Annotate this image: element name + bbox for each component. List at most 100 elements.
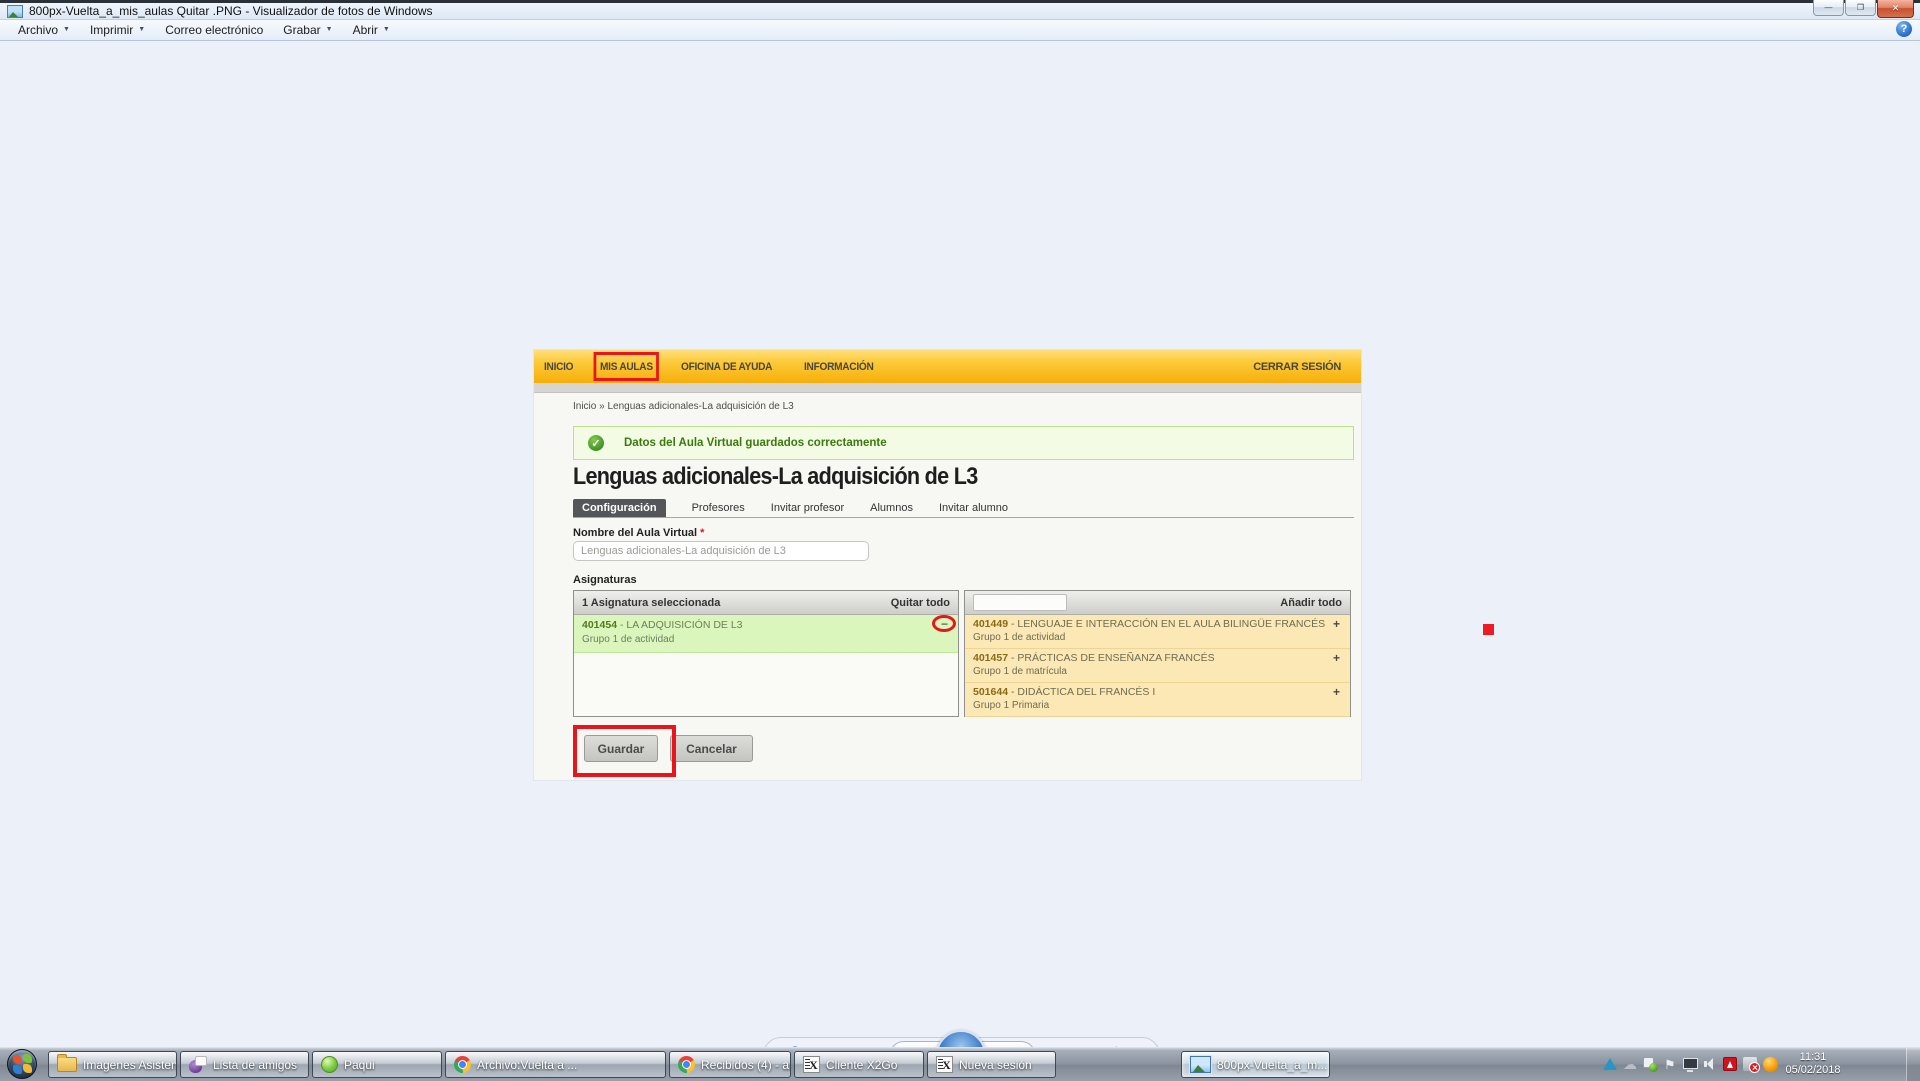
tab-invitar-alumno[interactable]: Invitar alumno <box>939 502 1008 517</box>
tab-invitar-profesor[interactable]: Invitar profesor <box>771 502 844 517</box>
breadcrumb-current: Lenguas adicionales-La adquisición de L3 <box>607 401 793 412</box>
menu-correo[interactable]: Correo electrónico <box>155 20 273 40</box>
viewer-canvas: INICIO MIS AULAS OFICINA DE AYUDA INFORM… <box>0 41 1920 1047</box>
volume-tray-icon[interactable] <box>1702 1056 1718 1072</box>
red-annotation-circle-remove <box>932 615 956 632</box>
taskbar-spacer <box>1059 1051 1178 1078</box>
available-subject-row[interactable]: 501644 - DIDÁCTICA DEL FRANCÉS I Grupo 1… <box>965 683 1350 717</box>
window-title: 800px-Vuelta_a_mis_aulas Quitar .PNG - V… <box>29 4 433 18</box>
start-button[interactable] <box>7 1049 37 1079</box>
help-icon[interactable]: ? <box>1896 21 1912 37</box>
check-circle-icon: ✓ <box>588 435 604 451</box>
show-desktop-button[interactable] <box>1906 1048 1920 1081</box>
add-subject-button[interactable]: + <box>1333 653 1340 663</box>
window-border <box>0 0 1920 3</box>
available-subject-row[interactable]: 401449 - LENGUAJE E INTERACCIÓN EN EL AU… <box>965 615 1350 649</box>
chrome-icon <box>454 1056 471 1073</box>
breadcrumb: Inicio » Lenguas adicionales-La adquisic… <box>573 401 794 412</box>
chevron-down-icon: ▼ <box>326 26 333 33</box>
title-bar: 800px-Vuelta_a_mis_aulas Quitar .PNG - V… <box>0 3 1920 20</box>
subject-title: DIDÁCTICA DEL FRANCÉS I <box>1017 686 1155 698</box>
minimize-button[interactable]: — <box>1813 0 1844 16</box>
displayed-photo: INICIO MIS AULAS OFICINA DE AYUDA INFORM… <box>533 349 1362 781</box>
anadir-todo-link[interactable]: Añadir todo <box>1280 597 1342 609</box>
red-annotation-dot <box>1483 624 1494 635</box>
subject-code: 401449 <box>973 618 1008 630</box>
taskbar-button-800px-vuelta[interactable]: 800px-Vuelta_a_m... <box>1181 1051 1330 1078</box>
taskbar-button-archivo-vuelta[interactable]: Archivo:Vuelta a ... <box>445 1051 666 1078</box>
subject-code: 401457 <box>973 652 1008 664</box>
taskbar-button-paqui[interactable]: Paqui <box>312 1051 442 1078</box>
subject-code: 401454 <box>582 619 617 631</box>
asignaturas-label: Asignaturas <box>573 574 637 586</box>
nav-mis-aulas[interactable]: MIS AULAS <box>600 361 653 373</box>
menu-abrir[interactable]: Abrir ▼ <box>343 20 400 40</box>
subject-group: Grupo 1 Primaria <box>973 700 1340 711</box>
clock-time: 11:31 <box>1752 1051 1874 1064</box>
taskbar-button-lista-de-amigos[interactable]: Lista de amigos <box>180 1051 309 1078</box>
taskbar-button-imagenes[interactable]: Imagenes Asisten... <box>48 1051 177 1078</box>
quitar-todo-link[interactable]: Quitar todo <box>891 597 950 609</box>
subject-group: Grupo 1 de matrícula <box>973 666 1340 677</box>
menu-imprimir[interactable]: Imprimir ▼ <box>80 20 155 40</box>
success-alert: ✓ Datos del Aula Virtual guardados corre… <box>573 426 1354 460</box>
subject-group: Grupo 1 de actividad <box>973 632 1340 643</box>
chrome-icon <box>678 1056 695 1073</box>
messenger-tray-icon[interactable] <box>1642 1056 1658 1072</box>
nav-cerrar-sesion[interactable]: CERRAR SESIÓN <box>1253 361 1341 373</box>
cancelar-button[interactable]: Cancelar <box>670 735 753 762</box>
close-button[interactable]: ✕ <box>1877 0 1914 18</box>
window-controls: — ❐ ✕ <box>1812 0 1914 18</box>
add-subject-button[interactable]: + <box>1333 687 1340 697</box>
selected-panel-header: 1 Asignatura seleccionada Quitar todo <box>574 591 958 615</box>
cloud-tray-icon[interactable]: ☁ <box>1622 1056 1638 1072</box>
selected-subject-row[interactable]: 401454 - LA ADQUISICIÓN DE L3 Grupo 1 de… <box>574 615 958 653</box>
photo-viewer-app-icon <box>7 5 23 18</box>
webapp-navbar: INICIO MIS AULAS OFICINA DE AYUDA INFORM… <box>534 350 1361 383</box>
x2go-icon: X <box>803 1056 820 1073</box>
page-scroll-strip <box>534 383 1361 393</box>
nav-informacion[interactable]: INFORMACIÓN <box>804 361 873 373</box>
available-panel-header: Añadir todo <box>965 591 1350 615</box>
taskbar-button-recibidos[interactable]: Recibidos (4) - an... <box>669 1051 791 1078</box>
chevron-down-icon: ▼ <box>63 26 70 33</box>
x2go-icon: X <box>936 1056 953 1073</box>
subject-search-input[interactable] <box>973 594 1067 611</box>
subject-group: Grupo 1 de actividad <box>582 634 948 645</box>
taskbar-buttons: Imagenes Asisten... Lista de amigos Paqu… <box>48 1051 1330 1078</box>
selected-subjects-panel: 1 Asignatura seleccionada Quitar todo 40… <box>573 590 959 717</box>
tab-configuracion[interactable]: Configuración <box>573 499 666 517</box>
success-message: Datos del Aula Virtual guardados correct… <box>624 437 887 449</box>
taskbar-button-nueva-sesion[interactable]: X Nueva sesión <box>927 1051 1056 1078</box>
taskbar: Imagenes Asisten... Lista de amigos Paqu… <box>0 1047 1920 1081</box>
breadcrumb-separator: » <box>599 401 605 412</box>
aula-name-input[interactable] <box>573 541 869 561</box>
autocad-tray-icon[interactable] <box>1602 1056 1618 1072</box>
tab-profesores[interactable]: Profesores <box>692 502 745 517</box>
available-subjects-panel: Añadir todo 401449 - LENGUAJE E INTERACC… <box>964 590 1351 717</box>
available-subject-row[interactable]: 401457 - PRÁCTICAS DE ENSEÑANZA FRANCÉS … <box>965 649 1350 683</box>
clock-date: 05/02/2018 <box>1752 1064 1874 1077</box>
subject-title: PRÁCTICAS DE ENSEÑANZA FRANCÉS <box>1017 652 1214 664</box>
nav-inicio[interactable]: INICIO <box>544 361 573 373</box>
menu-archivo[interactable]: Archivo ▼ <box>8 20 80 40</box>
network-tray-icon[interactable] <box>1682 1056 1698 1072</box>
remove-subject-button[interactable]: − <box>941 619 948 629</box>
page-title: Lenguas adicionales-La adquisición de L3 <box>573 463 978 491</box>
taskbar-button-cliente-x2go[interactable]: X Cliente X2Go <box>794 1051 924 1078</box>
pidgin-icon <box>189 1056 207 1073</box>
folder-icon <box>57 1057 77 1072</box>
breadcrumb-home[interactable]: Inicio <box>573 401 596 412</box>
name-field-label: Nombre del Aula Virtual * <box>573 527 704 539</box>
action-center-flag-icon[interactable]: ⚑ <box>1662 1056 1678 1072</box>
menu-grabar[interactable]: Grabar ▼ <box>273 20 342 40</box>
adobe-tray-icon[interactable] <box>1722 1056 1738 1072</box>
chevron-down-icon: ▼ <box>138 26 145 33</box>
tab-alumnos[interactable]: Alumnos <box>870 502 913 517</box>
red-annotation-box-mis-aulas <box>593 352 659 381</box>
nav-oficina-de-ayuda[interactable]: OFICINA DE AYUDA <box>681 361 772 373</box>
restore-button[interactable]: ❐ <box>1845 0 1876 16</box>
taskbar-clock[interactable]: 11:31 05/02/2018 <box>1752 1051 1874 1077</box>
selected-count-label: 1 Asignatura seleccionada <box>582 597 720 609</box>
add-subject-button[interactable]: + <box>1333 619 1340 629</box>
